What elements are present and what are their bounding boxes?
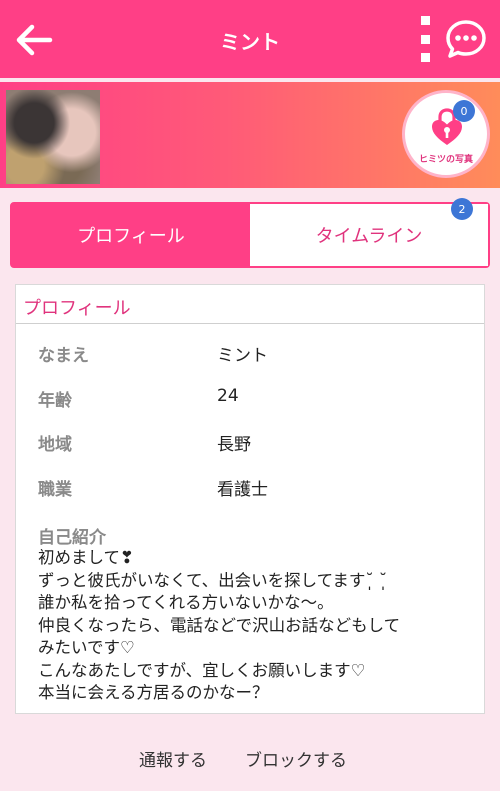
profile-heading: プロフィール	[23, 298, 131, 319]
secret-photo-label: ヒミツの写真	[418, 155, 473, 165]
arrow-left-icon	[16, 24, 53, 56]
chat-bubble-icon	[446, 20, 486, 58]
avatar[interactable]	[6, 90, 100, 184]
divider	[16, 323, 484, 324]
name-label: なまえ	[38, 346, 89, 366]
page-title: ミント	[220, 30, 280, 54]
back-button[interactable]	[12, 18, 56, 62]
age-label: 年齢	[38, 391, 72, 411]
region-value: 長野	[217, 435, 251, 455]
secret-photo-button[interactable]: ヒミツの写真	[402, 90, 490, 178]
tab-profile[interactable]: プロフィール	[12, 204, 250, 266]
kebab-menu-icon[interactable]	[414, 16, 436, 62]
bio-text: 初めまして❣ ずっと彼氏がいなくて、出会いを探してます˘̩̩̩ ˘̩̩̩ 誰か私…	[38, 548, 401, 702]
occupation-value: 看護士	[217, 480, 268, 500]
profile-tabs: プロフィール タイムライン	[10, 202, 490, 268]
report-link[interactable]: 通報する	[139, 746, 207, 771]
block-link[interactable]: ブロックする	[245, 746, 347, 771]
name-value: ミント	[217, 346, 268, 366]
app-header: ミント	[0, 0, 500, 78]
secret-photo-count-badge: 0	[453, 100, 475, 122]
age-value: 24	[217, 386, 239, 406]
occupation-label: 職業	[38, 480, 72, 500]
chat-button[interactable]	[444, 18, 488, 62]
bio-label: 自己紹介	[38, 528, 106, 548]
region-label: 地域	[38, 435, 72, 455]
profile-banner: ヒミツの写真	[0, 82, 500, 188]
timeline-count-badge: 2	[451, 198, 473, 220]
profile-card: プロフィール なまえ ミント 年齢 24 地域 長野 職業 看護士 自己紹介 初…	[15, 284, 485, 714]
